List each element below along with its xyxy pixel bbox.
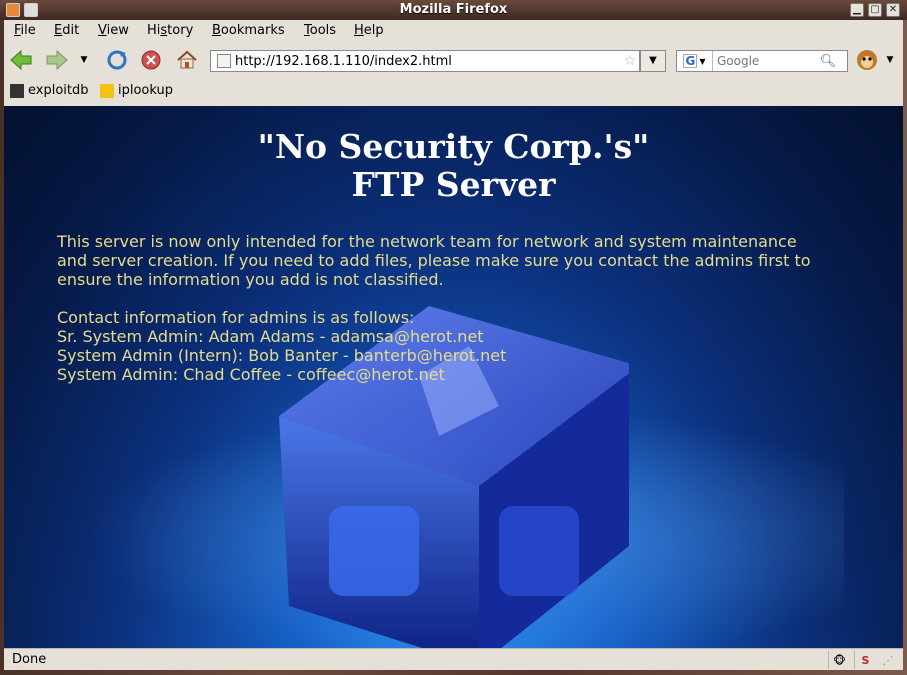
bookmark-exploitdb[interactable]: exploitdb <box>10 83 89 98</box>
url-text[interactable]: http://192.168.1.110/index2.html <box>235 54 621 69</box>
iplookup-icon <box>100 83 114 98</box>
menu-help[interactable]: Help <box>354 23 384 38</box>
reload-icon <box>107 50 127 70</box>
google-icon: G <box>683 54 698 68</box>
stop-icon <box>141 50 161 70</box>
chevron-down-icon: ▼ <box>699 56 706 66</box>
menu-file[interactable]: File <box>14 23 36 38</box>
page-heading-line1: "No Security Corp.'s" <box>257 127 650 166</box>
menu-view[interactable]: View <box>98 23 129 38</box>
bookmark-iplookup[interactable]: iplookup <box>100 83 173 98</box>
bookmark-label: exploitdb <box>28 83 89 98</box>
title-bar[interactable]: Mozilla Firefox ▁ ▢ ✕ <box>0 0 907 20</box>
bookmarks-toolbar: exploitdb iplookup <box>4 80 903 104</box>
bookmark-star-icon[interactable]: ☆ <box>621 53 639 69</box>
intro-line-1: This server is now only intended for the… <box>57 232 797 251</box>
page-content: "No Security Corp.'s" FTP Server This se… <box>4 106 903 648</box>
contact-line: System Admin (Intern): Bob Banter - bant… <box>57 346 507 365</box>
monkey-icon <box>857 50 877 70</box>
minimize-icon[interactable]: ▁ <box>850 3 864 17</box>
forward-arrow-icon <box>46 49 68 71</box>
page-icon <box>217 54 231 68</box>
home-button[interactable] <box>174 47 200 73</box>
url-dropdown-button[interactable]: ▼ <box>640 50 666 72</box>
menu-tools[interactable]: Tools <box>304 23 336 38</box>
menu-bar: File Edit View History Bookmarks Tools H… <box>4 20 903 42</box>
navigation-toolbar: ▼ http://192.168.1.110/index2.html ☆ ▼ G… <box>4 42 903 76</box>
security-status-icon[interactable]: S <box>854 651 876 669</box>
browser-window: Mozilla Firefox ▁ ▢ ✕ File Edit View His… <box>0 0 907 675</box>
search-icon[interactable]: 🔍︎ <box>817 54 839 69</box>
resize-grip-icon[interactable]: ⋰ <box>878 651 898 669</box>
home-icon <box>177 50 197 69</box>
search-input[interactable] <box>713 54 817 68</box>
stop-button[interactable] <box>138 47 164 73</box>
back-arrow-icon <box>10 49 32 71</box>
contact-line: System Admin: Chad Coffee - coffeec@hero… <box>57 365 445 384</box>
browser-chrome: File Edit View History Bookmarks Tools H… <box>4 20 903 106</box>
addon-status-icon[interactable]: 🐵︎ <box>828 651 850 669</box>
intro-line-2: and server creation. If you need to add … <box>57 251 811 270</box>
intro-text: This server is now only intended for the… <box>57 232 857 289</box>
monkey-addon-button[interactable] <box>854 47 880 73</box>
exploitdb-icon <box>10 83 24 98</box>
contact-header: Contact information for admins is as fol… <box>57 308 415 327</box>
intro-line-3: ensure the information you add is not cl… <box>57 270 444 289</box>
menu-edit[interactable]: Edit <box>54 23 79 38</box>
menu-history[interactable]: History <box>147 23 193 38</box>
url-bar[interactable]: http://192.168.1.110/index2.html ☆ <box>210 50 640 72</box>
forward-button[interactable] <box>44 47 70 73</box>
status-bar: Done 🐵︎ S ⋰ <box>4 648 903 670</box>
addon-dropdown-button[interactable]: ▼ <box>882 47 898 73</box>
reload-button[interactable] <box>104 47 130 73</box>
page-heading-line2: FTP Server <box>351 165 556 204</box>
search-box[interactable]: G ▼ 🔍︎ <box>676 50 848 72</box>
status-text: Done <box>12 652 47 667</box>
menu-bookmarks[interactable]: Bookmarks <box>212 23 285 38</box>
bookmark-label: iplookup <box>118 83 174 98</box>
maximize-icon[interactable]: ▢ <box>868 3 882 17</box>
contact-line: Sr. System Admin: Adam Adams - adamsa@he… <box>57 327 484 346</box>
back-button[interactable] <box>8 47 34 73</box>
close-icon[interactable]: ✕ <box>886 3 900 17</box>
contact-section: Contact information for admins is as fol… <box>57 308 857 384</box>
window-title: Mozilla Firefox <box>399 2 508 17</box>
search-engine-selector[interactable]: G ▼ <box>677 51 713 71</box>
history-dropdown-button[interactable]: ▼ <box>76 47 92 73</box>
